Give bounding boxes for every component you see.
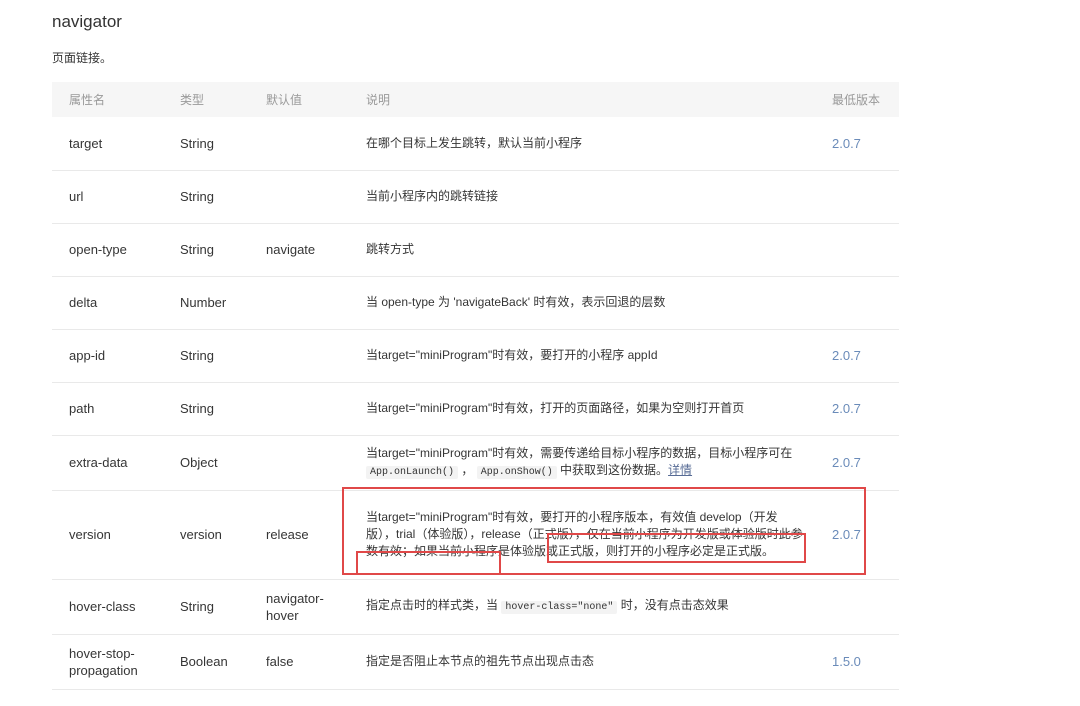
desc-text: 指定点击时的样式类，当 [366, 598, 502, 612]
cell-default [249, 382, 349, 436]
cell-name: extra-data [52, 435, 163, 491]
cell-type: String [163, 329, 249, 383]
desc-text: 时，没有点击态效果 [617, 598, 729, 612]
header-description: 说明 [349, 82, 815, 117]
code-app-onshow: App.onShow() [476, 465, 557, 479]
desc-text: 当target="miniProgram"时有效，需要传递给目标小程序的数据，目… [366, 445, 793, 460]
cell-description: 当target="miniProgram"时有效，要打开的小程序版本，有效值 d… [349, 490, 815, 580]
cell-description: 当target="miniProgram"时有效，打开的页面路径，如果为空则打开… [349, 382, 815, 436]
cell-default: false [249, 634, 349, 690]
header-type: 类型 [163, 82, 249, 117]
page-title: navigator [52, 12, 122, 31]
cell-name: app-id [52, 329, 163, 383]
cell-default [249, 435, 349, 491]
cell-type: Object [163, 435, 249, 491]
table-row: open-type String navigate 跳转方式 [52, 223, 899, 277]
cell-version: 2.0.7 [815, 490, 899, 580]
cell-description: 当前小程序内的跳转链接 [349, 170, 815, 224]
cell-version: 2.0.7 [815, 117, 899, 171]
cell-name: delta [52, 276, 163, 330]
cell-type: Number [163, 276, 249, 330]
page-description: 页面链接。 [52, 51, 113, 65]
cell-description: 跳转方式 [349, 223, 815, 277]
cell-name: open-type [52, 223, 163, 277]
table-row: hover-class String navigator-hover 指定点击时… [52, 579, 899, 635]
cell-version: 2.0.7 [815, 329, 899, 383]
cell-name: hover-class [52, 579, 163, 635]
table-row: version version release 当target="miniPro… [52, 490, 899, 580]
cell-description: 当target="miniProgram"时有效，需要传递给目标小程序的数据，目… [349, 435, 815, 491]
cell-description: 当target="miniProgram"时有效，要打开的小程序 appId [349, 329, 815, 383]
details-link[interactable]: 详情 [668, 463, 692, 477]
cell-version [815, 170, 899, 224]
cell-description: 在哪个目标上发生跳转，默认当前小程序 [349, 117, 815, 171]
cell-description: 指定点击时的样式类，当 hover-class="none" 时，没有点击态效果 [349, 579, 815, 635]
desc-text: ， [458, 462, 477, 477]
cell-type: String [163, 382, 249, 436]
cell-name: hover-stop-propagation [52, 634, 163, 690]
cell-version [815, 276, 899, 330]
table-row: target String 在哪个目标上发生跳转，默认当前小程序 2.0.7 [52, 117, 899, 171]
cell-default [249, 329, 349, 383]
cell-default: release [249, 490, 349, 580]
cell-version: 1.5.0 [815, 634, 899, 690]
code-app-onlaunch: App.onLaunch() [366, 465, 459, 479]
header-default: 默认值 [249, 82, 349, 117]
cell-default [249, 276, 349, 330]
cell-default: navigate [249, 223, 349, 277]
cell-version: 2.0.7 [815, 382, 899, 436]
table-row: path String 当target="miniProgram"时有效，打开的… [52, 382, 899, 436]
cell-version: 2.0.7 [815, 435, 899, 491]
table-row: extra-data Object 当target="miniProgram"时… [52, 435, 899, 491]
code-hover-class-none: hover-class="none" [501, 601, 618, 614]
cell-default [249, 117, 349, 171]
table-row: url String 当前小程序内的跳转链接 [52, 170, 899, 224]
cell-name: path [52, 382, 163, 436]
cell-default [249, 170, 349, 224]
header-min-version: 最低版本 [815, 82, 899, 117]
cell-type: String [163, 170, 249, 224]
cell-type: version [163, 490, 249, 580]
attributes-table: 属性名 类型 默认值 说明 最低版本 target String 在哪个目标上发… [52, 82, 899, 690]
desc-text: 中获取到这份数据。 [556, 462, 669, 477]
cell-type: String [163, 223, 249, 277]
header-name: 属性名 [52, 82, 163, 117]
cell-default: navigator-hover [249, 579, 349, 635]
table-row: app-id String 当target="miniProgram"时有效，要… [52, 329, 899, 383]
cell-type: String [163, 117, 249, 171]
cell-name: url [52, 170, 163, 224]
cell-description: 指定是否阻止本节点的祖先节点出现点击态 [349, 634, 815, 690]
table-row: hover-stop-propagation Boolean false 指定是… [52, 634, 899, 690]
cell-version [815, 223, 899, 277]
cell-type: Boolean [163, 634, 249, 690]
table-header-row: 属性名 类型 默认值 说明 最低版本 [52, 82, 899, 117]
cell-name: target [52, 117, 163, 171]
cell-version [815, 579, 899, 635]
table-row: delta Number 当 open-type 为 'navigateBack… [52, 276, 899, 330]
cell-description: 当 open-type 为 'navigateBack' 时有效，表示回退的层数 [349, 276, 815, 330]
cell-type: String [163, 579, 249, 635]
cell-name: version [52, 490, 163, 580]
